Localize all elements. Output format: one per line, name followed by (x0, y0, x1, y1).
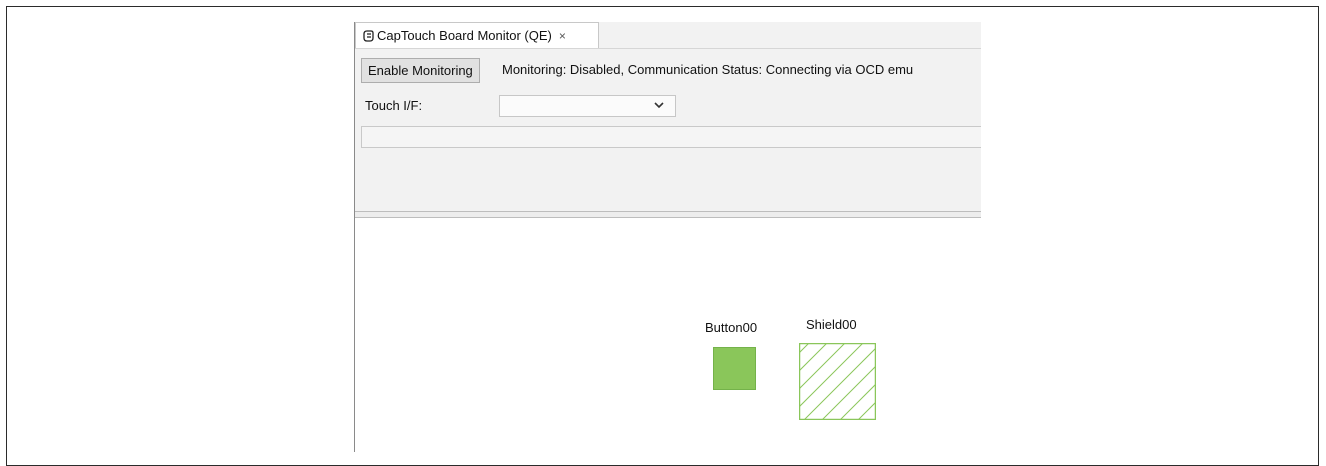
touch-hand-icon (363, 29, 374, 42)
tab-strip: CapTouch Board Monitor (QE) × (355, 22, 981, 49)
panel-splitter[interactable] (355, 211, 981, 218)
sensor-layout-canvas: Button00 Shield00 (355, 218, 981, 452)
monitor-toolbar: Enable Monitoring Monitoring: Disabled, … (355, 58, 981, 84)
close-icon[interactable]: × (559, 29, 566, 43)
touch-if-info-box (361, 126, 981, 148)
tab-title: CapTouch Board Monitor (QE) (377, 28, 552, 43)
button00-sensor[interactable] (713, 347, 756, 390)
chevron-down-icon (654, 102, 664, 109)
captouch-monitor-panel: CapTouch Board Monitor (QE) × Enable Mon… (354, 22, 981, 452)
touch-if-row: Touch I/F: (355, 92, 981, 120)
monitoring-status-text: Monitoring: Disabled, Communication Stat… (502, 62, 914, 77)
touch-if-label: Touch I/F: (365, 98, 423, 113)
button00-label: Button00 (705, 320, 758, 335)
tab-captouch-board-monitor[interactable]: CapTouch Board Monitor (QE) × (355, 22, 599, 48)
shield00-label: Shield00 (806, 317, 857, 332)
enable-monitoring-button[interactable]: Enable Monitoring (361, 58, 480, 83)
shield00-sensor[interactable] (799, 343, 876, 420)
touch-if-select[interactable] (499, 95, 676, 117)
